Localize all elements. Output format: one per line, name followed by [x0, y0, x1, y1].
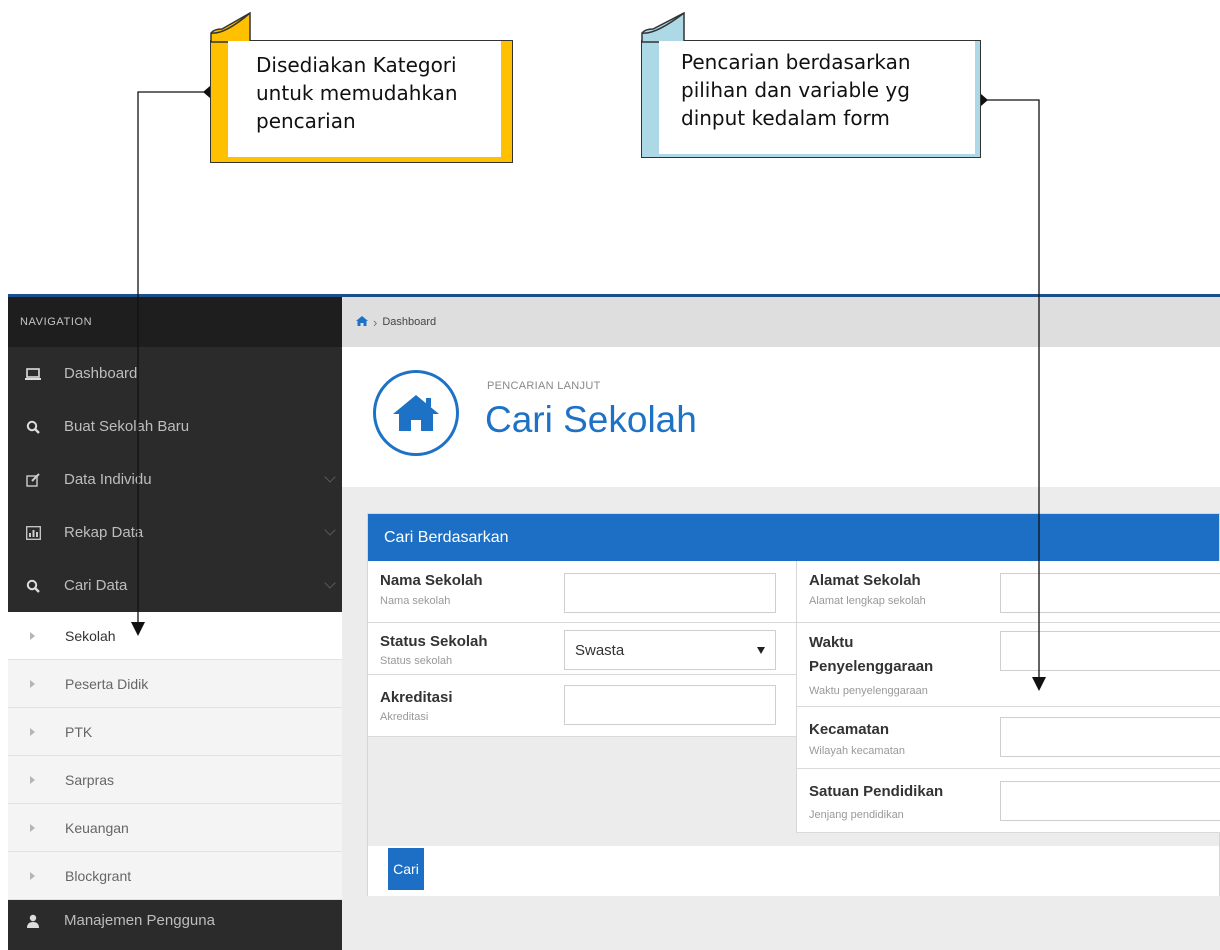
caret-right-icon: [30, 775, 35, 784]
app-window: NAVIGATION Dashboard Buat Sekolah Baru D…: [8, 294, 1220, 950]
callout-categories-text: Disediakan Kategori untuk memudahkan pen…: [228, 41, 501, 157]
field-hint: Alamat lengkap sekolah: [809, 595, 926, 607]
sidebar: NAVIGATION Dashboard Buat Sekolah Baru D…: [8, 297, 342, 950]
field-hint: Waktu penyelenggaraan: [809, 685, 928, 697]
field-hint: Jenjang pendidikan: [809, 809, 904, 821]
status-sekolah-select[interactable]: Swasta: [564, 630, 776, 670]
waktu-penyelenggaraan-input[interactable]: [1000, 631, 1220, 671]
sidebar-item-rekap-data[interactable]: Rekap Data: [8, 506, 342, 559]
sidebar-subitem-sekolah[interactable]: Sekolah: [8, 612, 342, 660]
field-akreditasi: Akreditasi Akreditasi: [368, 675, 796, 737]
callout-search-form-text: Pencarian berdasarkan pilihan dan variab…: [659, 41, 975, 154]
field-label: Kecamatan: [809, 721, 890, 738]
sidebar-subitem-label: Sarpras: [65, 771, 115, 788]
field-label: Nama Sekolah: [380, 572, 483, 589]
sidebar-item-dashboard[interactable]: Dashboard: [8, 347, 342, 400]
page-subtitle: PENCARIAN LANJUT: [487, 380, 601, 392]
panel-body: Nama Sekolah Nama sekolah Status Sekolah…: [368, 561, 1220, 846]
main-content: › Dashboard PENCARIAN LANJUT Cari Sekola…: [342, 297, 1220, 950]
caret-right-icon: [30, 727, 35, 736]
search-icon: [22, 579, 44, 593]
search-panel: Cari Berdasarkan Nama Sekolah Nama sekol…: [367, 513, 1220, 896]
sidebar-item-buat-sekolah[interactable]: Buat Sekolah Baru: [8, 400, 342, 453]
field-hint: Status sekolah: [380, 655, 453, 667]
field-hint: Nama sekolah: [380, 595, 451, 607]
akreditasi-input[interactable]: [564, 685, 776, 725]
home-icon: [373, 370, 459, 456]
chevron-down-icon: [324, 471, 336, 483]
sidebar-item-manajemen-pengguna[interactable]: Manajemen Pengguna: [8, 900, 342, 941]
panel-heading: Cari Berdasarkan: [368, 514, 1219, 561]
sidebar-subitem-label: Keuangan: [65, 819, 129, 836]
status-sekolah-value: Swasta: [575, 641, 625, 659]
sidebar-item-label: Dashboard: [64, 365, 138, 382]
kecamatan-input[interactable]: [1000, 717, 1220, 757]
callout-search-form: Pencarian berdasarkan pilihan dan variab…: [641, 11, 981, 158]
field-label: Alamat Sekolah: [809, 572, 921, 589]
page-header: PENCARIAN LANJUT Cari Sekolah: [342, 347, 1220, 487]
chevron-down-icon: [324, 524, 336, 536]
sidebar-item-label: Manajemen Pengguna: [64, 912, 215, 929]
caret-down-icon: [757, 646, 765, 654]
arrow-start-right: [981, 94, 988, 106]
field-satuan-pendidikan: Satuan Pendidikan Jenjang pendidikan: [797, 769, 1220, 833]
field-label: Akreditasi: [380, 689, 453, 706]
panel-footer: Cari: [368, 846, 1219, 896]
alamat-sekolah-input[interactable]: [1000, 573, 1220, 613]
page-fold-icon: [641, 11, 685, 43]
laptop-icon: [22, 367, 44, 380]
field-kecamatan: Kecamatan Wilayah kecamatan: [797, 707, 1220, 769]
sidebar-subitem-label: Blockgrant: [65, 867, 132, 884]
sidebar-subitem-label: Peserta Didik: [65, 675, 149, 692]
field-status-sekolah: Status Sekolah Status sekolah Swasta: [368, 623, 796, 675]
sidebar-item-data-individu[interactable]: Data Individu: [8, 453, 342, 506]
page-title: Cari Sekolah: [485, 399, 697, 440]
caret-right-icon: [30, 631, 35, 640]
sidebar-subitem-blockgrant[interactable]: Blockgrant: [8, 852, 342, 900]
satuan-pendidikan-input[interactable]: [1000, 781, 1220, 821]
arrow-start-left: [203, 86, 210, 98]
bar-chart-icon: [22, 525, 44, 540]
sidebar-item-label: Buat Sekolah Baru: [64, 418, 190, 435]
field-label: Satuan Pendidikan: [809, 783, 944, 800]
home-icon[interactable]: [356, 315, 368, 329]
breadcrumb-separator-icon: ›: [373, 314, 378, 330]
cari-button[interactable]: Cari: [388, 848, 424, 890]
form-column-right: Alamat Sekolah Alamat lengkap sekolah Wa…: [796, 561, 1220, 833]
caret-right-icon: [30, 679, 35, 688]
sidebar-subitem-label: PTK: [65, 723, 93, 740]
field-nama-sekolah: Nama Sekolah Nama sekolah: [368, 561, 796, 623]
sidebar-subitem-label: Sekolah: [65, 627, 116, 644]
edit-icon: [22, 472, 44, 487]
nama-sekolah-input[interactable]: [564, 573, 776, 613]
callout-categories: Disediakan Kategori untuk memudahkan pen…: [210, 11, 513, 163]
field-label: Status Sekolah: [380, 633, 488, 650]
field-waktu-penyelenggaraan: Waktu Penyelenggaraan Waktu penyelenggar…: [797, 623, 1220, 707]
sidebar-subitem-ptk[interactable]: PTK: [8, 708, 342, 756]
field-alamat-sekolah: Alamat Sekolah Alamat lengkap sekolah: [797, 561, 1220, 623]
search-icon: [22, 420, 44, 434]
form-column-left: Nama Sekolah Nama sekolah Status Sekolah…: [368, 561, 796, 737]
sidebar-subitem-peserta-didik[interactable]: Peserta Didik: [8, 660, 342, 708]
sidebar-item-cari-data[interactable]: Cari Data: [8, 559, 342, 612]
caret-right-icon: [30, 871, 35, 880]
nav-header: NAVIGATION: [8, 297, 342, 347]
breadcrumb-current[interactable]: Dashboard: [382, 316, 436, 328]
breadcrumb: › Dashboard: [342, 297, 1220, 347]
user-icon: [22, 914, 44, 928]
page-fold-icon: [210, 11, 251, 43]
field-hint: Wilayah kecamatan: [809, 745, 905, 757]
field-label: Waktu Penyelenggaraan: [809, 634, 934, 675]
chevron-down-icon: [324, 577, 336, 589]
field-hint: Akreditasi: [380, 711, 429, 723]
sidebar-subitem-sarpras[interactable]: Sarpras: [8, 756, 342, 804]
sidebar-item-label: Rekap Data: [64, 524, 144, 541]
caret-right-icon: [30, 823, 35, 832]
sidebar-item-label: Cari Data: [64, 577, 128, 594]
sidebar-item-label: Data Individu: [64, 471, 152, 488]
sidebar-subitem-keuangan[interactable]: Keuangan: [8, 804, 342, 852]
